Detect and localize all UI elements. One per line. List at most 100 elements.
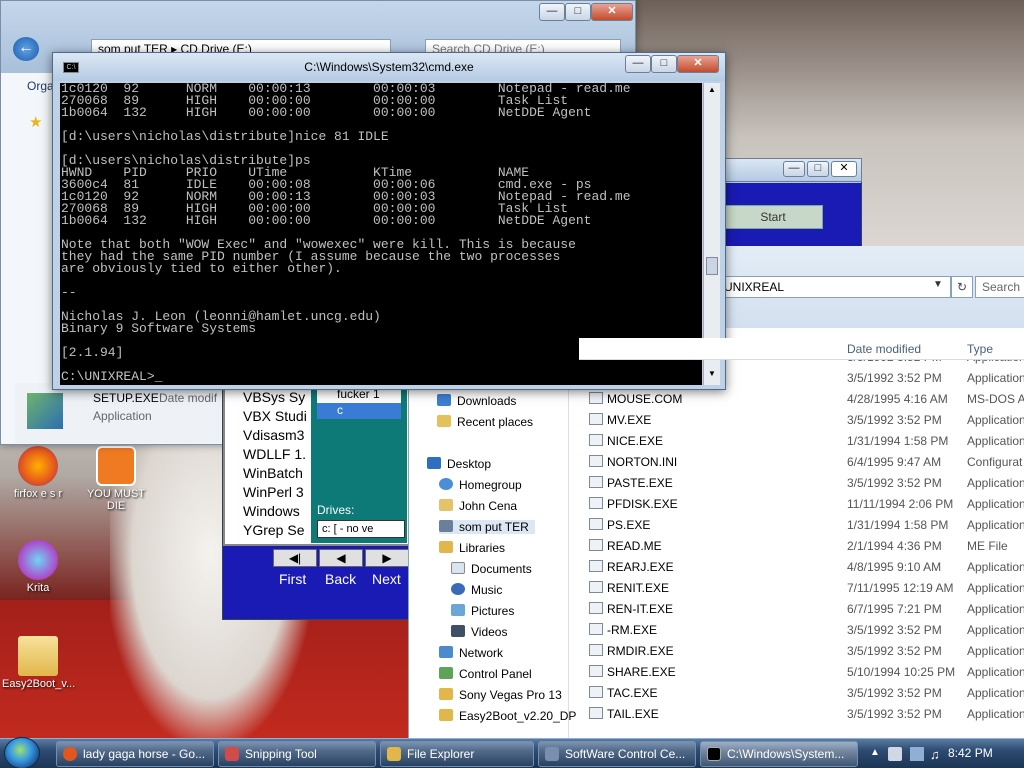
nav-item-control-panel[interactable]: Control Panel <box>439 667 532 681</box>
first-button[interactable]: ◀| <box>273 549 317 567</box>
table-row[interactable]: NICE.EXE 1/31/1994 1:58 PM Application <box>579 430 1024 451</box>
table-row[interactable]: TAIL.EXE 3/5/1992 3:52 PM Application <box>579 703 1024 724</box>
scroll-up-icon[interactable]: ▲ <box>706 85 718 97</box>
nav-item-desktop[interactable]: Desktop <box>427 457 491 471</box>
back-label[interactable]: Back <box>325 571 356 587</box>
close-button[interactable]: ✕ <box>831 161 857 177</box>
close-button[interactable]: ✕ <box>677 55 719 73</box>
minimize-button[interactable]: — <box>625 55 651 73</box>
nav-item-recent-places[interactable]: Recent places <box>437 415 533 429</box>
nav-item-pictures[interactable]: Pictures <box>451 604 514 618</box>
desktop-icon-krita[interactable]: Krita <box>2 540 74 594</box>
column-type[interactable]: Type <box>967 342 993 356</box>
back-arrow-icon[interactable]: ← <box>13 37 39 61</box>
network-icon[interactable] <box>910 747 924 761</box>
taskbar-button-snipping[interactable]: Snipping Tool <box>218 741 376 767</box>
dir-item-selected[interactable]: c <box>317 403 401 419</box>
system-tray: ▲ ♫ <box>862 739 1024 768</box>
table-row[interactable]: PFDISK.EXE 11/11/1994 2:06 PM Application <box>579 493 1024 514</box>
file-date: 3/5/1992 3:52 PM <box>847 623 942 637</box>
clock[interactable]: 8:42 PM <box>948 746 993 760</box>
nav-item-computer[interactable]: som put TER <box>439 520 535 534</box>
nav-label: Desktop <box>447 457 492 471</box>
nav-item-downloads[interactable]: Downloads <box>437 394 516 408</box>
table-row[interactable]: RMDIR.EXE 3/5/1992 3:52 PM Application <box>579 640 1024 661</box>
file-icon <box>589 392 603 404</box>
file-name: RENIT.EXE <box>607 581 670 595</box>
file-list[interactable]: Date modified Type 3/5/1992 3:52 PM Appli… <box>579 338 1024 742</box>
search-input[interactable]: Search <box>975 276 1024 298</box>
table-row[interactable]: READ.ME 2/1/1994 4:36 PM ME File <box>579 535 1024 556</box>
table-row[interactable]: REN-IT.EXE 6/7/1995 7:21 PM Application <box>579 598 1024 619</box>
table-row[interactable]: MOUSE.COM 4/28/1995 4:16 AM MS-DOS Ap <box>579 388 1024 409</box>
cmd-titlebar[interactable]: C:\ C:\Windows\System32\cmd.exe — □ ✕ <box>53 53 725 81</box>
nav-item-homegroup[interactable]: Homegroup <box>439 478 522 492</box>
scroll-down-icon[interactable]: ▼ <box>706 369 718 381</box>
refresh-icon[interactable]: ↻ <box>951 276 973 298</box>
taskbar-button-explorer[interactable]: File Explorer <box>380 741 534 767</box>
file-name: NICE.EXE <box>607 434 664 448</box>
nav-item-videos[interactable]: Videos <box>451 625 507 639</box>
minimize-button[interactable]: — <box>783 161 805 177</box>
chevron-down-icon[interactable]: ▼ <box>933 279 943 290</box>
blank-dialog-window[interactable]: — □ ✕ <box>720 158 862 182</box>
table-row[interactable]: SHARE.EXE 5/10/1994 10:25 PM Application <box>579 661 1024 682</box>
table-row[interactable]: -RM.EXE 3/5/1992 3:52 PM Application <box>579 619 1024 640</box>
file-date: 7/11/1995 12:19 AM <box>847 581 954 595</box>
taskbar-button-cmd[interactable]: C:\Windows\System... <box>700 741 858 767</box>
taskbar-button-scc[interactable]: SoftWare Control Ce... <box>538 741 696 767</box>
back-button[interactable]: ◀ <box>319 549 363 567</box>
organize-button[interactable]: Orga <box>27 79 54 93</box>
maximize-button[interactable]: □ <box>807 161 829 177</box>
file-type: Application <box>967 413 1024 427</box>
volume-icon[interactable]: ♫ <box>930 747 940 762</box>
taskbar-label: lady gaga horse - Go... <box>83 747 206 761</box>
file-date: 3/5/1992 3:52 PM <box>847 707 942 721</box>
table-row[interactable]: NORTON.INI 6/4/1995 9:47 AM Configurat <box>579 451 1024 472</box>
nav-item-john-cena[interactable]: John Cena <box>439 499 517 513</box>
table-row[interactable]: PS.EXE 1/31/1994 1:58 PM Application <box>579 514 1024 535</box>
table-row[interactable]: MV.EXE 3/5/1992 3:52 PM Application <box>579 409 1024 430</box>
file-date: 5/10/1994 10:25 PM <box>847 665 956 679</box>
tray-expand-icon[interactable]: ▲ <box>870 747 880 758</box>
desktop-icon-label: firfox e s r <box>13 488 63 500</box>
file-date: 6/4/1995 9:47 AM <box>847 455 942 469</box>
file-name: PFDISK.EXE <box>607 497 678 511</box>
maximize-button[interactable]: □ <box>651 55 677 73</box>
address-bar[interactable]: UNIXREAL <box>719 276 951 298</box>
music-icon <box>451 583 465 595</box>
scroll-thumb[interactable] <box>706 257 718 275</box>
nav-item-music[interactable]: Music <box>451 583 502 597</box>
table-row[interactable]: REARJ.EXE 4/8/1995 9:10 AM Application <box>579 556 1024 577</box>
nav-item-sony-vegas[interactable]: Sony Vegas Pro 13 <box>439 688 562 702</box>
desktop-icon-firefox[interactable]: firfox e s r <box>2 446 74 500</box>
table-row[interactable]: TAC.EXE 3/5/1992 3:52 PM Application <box>579 682 1024 703</box>
maximize-button[interactable]: □ <box>565 3 591 21</box>
close-button[interactable]: ✕ <box>591 3 633 21</box>
column-date-modified[interactable]: Date modified <box>847 342 921 356</box>
file-type: Application <box>967 644 1024 658</box>
first-label[interactable]: First <box>279 571 306 587</box>
firefox-icon <box>18 446 58 486</box>
file-type: Application <box>967 434 1024 448</box>
file-date: 11/11/1994 2:06 PM <box>847 497 954 511</box>
scc-start-button[interactable]: Start <box>723 205 823 229</box>
nav-item-easy2boot[interactable]: Easy2Boot_v2.20_DP <box>439 709 576 723</box>
taskbar-button-firefox[interactable]: lady gaga horse - Go... <box>56 741 214 767</box>
desktop-icon-you-must-die[interactable]: YOU MUST DIE <box>80 446 152 512</box>
setup-file-item[interactable]: SETUP.EXE Date modif Application <box>15 383 221 443</box>
nav-item-documents[interactable]: Documents <box>451 562 532 576</box>
minimize-button[interactable]: — <box>539 3 565 21</box>
next-button[interactable]: ▶ <box>365 549 409 567</box>
nav-item-libraries[interactable]: Libraries <box>439 541 505 555</box>
desktop-icon-easy2boot[interactable]: Easy2Boot_v... <box>2 636 75 690</box>
start-button[interactable] <box>4 737 40 768</box>
cmd-line: are obviously tied to either other). <box>61 261 342 276</box>
flag-icon[interactable] <box>888 747 902 761</box>
table-row[interactable]: RENIT.EXE 7/11/1995 12:19 AM Application <box>579 577 1024 598</box>
table-row[interactable]: PASTE.EXE 3/5/1992 3:52 PM Application <box>579 472 1024 493</box>
drive-select[interactable]: c: [ - no ve <box>317 520 405 538</box>
scc-directory-panel[interactable]: fucker 1 c Drives: c: [ - no ve <box>311 383 407 543</box>
nav-item-network[interactable]: Network <box>439 646 503 660</box>
next-label[interactable]: Next <box>372 571 401 587</box>
